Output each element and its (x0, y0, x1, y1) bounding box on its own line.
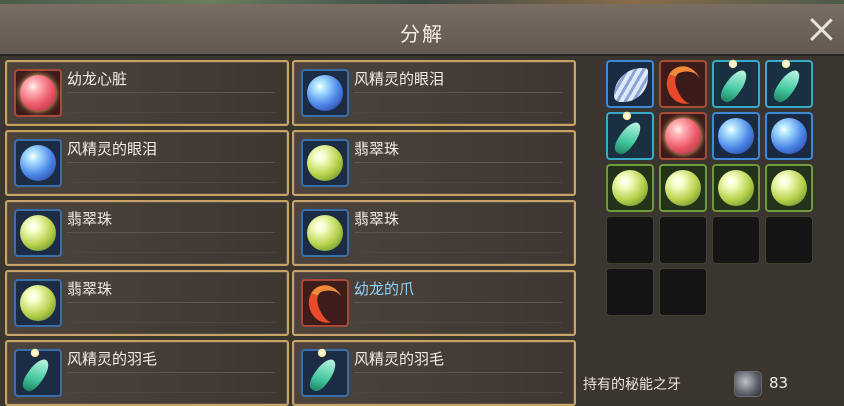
pink-orb-icon (20, 75, 56, 111)
item-slot[interactable] (606, 164, 654, 212)
wing-icon (614, 68, 648, 102)
divider (354, 92, 562, 93)
item-name: 风精灵的眼泪 (354, 70, 445, 88)
item-slot[interactable] (606, 112, 654, 160)
empty-slot[interactable] (606, 216, 654, 264)
green-orb-icon (307, 215, 343, 251)
fang-count: 83 (769, 374, 789, 392)
divider (67, 232, 275, 233)
item-name: 翡翠珠 (67, 210, 113, 228)
teal-feather-icon (19, 355, 53, 395)
green-orb-icon (20, 215, 56, 251)
teal-feather-icon (770, 66, 804, 106)
item-thumbnail (301, 279, 349, 328)
teal-feather-icon (306, 355, 340, 395)
fang-label: 持有的秘能之牙 (583, 377, 681, 393)
divider (354, 112, 562, 113)
divider (354, 302, 562, 303)
empty-slot[interactable] (606, 268, 654, 316)
empty-slot[interactable] (765, 216, 813, 264)
item-thumbnail (301, 349, 349, 397)
divider (67, 252, 275, 253)
item-card[interactable]: 翡翠珠 (292, 200, 576, 266)
teal-feather-icon (717, 66, 751, 106)
divider (354, 252, 562, 253)
divider (354, 372, 562, 373)
item-card[interactable]: 翡翠珠 (292, 130, 576, 196)
blue-orb-icon (20, 145, 56, 181)
blue-orb-icon (771, 118, 807, 154)
blue-orb-icon (718, 118, 754, 154)
divider (67, 322, 275, 323)
item-thumbnail (14, 209, 62, 257)
item-card[interactable]: 幼龙的爪 (292, 270, 576, 336)
green-orb-icon (771, 170, 807, 206)
item-card[interactable]: 风精灵的羽毛 (292, 340, 576, 406)
item-slot[interactable] (712, 164, 760, 212)
item-thumbnail (14, 279, 62, 327)
divider (67, 302, 275, 303)
teal-feather-icon (611, 118, 645, 158)
item-name: 翡翠珠 (354, 140, 400, 158)
item-slot[interactable] (606, 60, 654, 108)
item-slot[interactable] (659, 164, 707, 212)
blue-orb-icon (307, 75, 343, 111)
divider (67, 162, 275, 163)
empty-slot[interactable] (659, 216, 707, 264)
item-slot[interactable] (765, 112, 813, 160)
divider (67, 372, 275, 373)
item-slot[interactable] (659, 60, 707, 109)
divider (354, 392, 562, 393)
green-orb-icon (307, 145, 343, 181)
empty-slot[interactable] (659, 268, 707, 316)
item-thumbnail (14, 69, 62, 117)
item-thumbnail (301, 209, 349, 257)
item-slot[interactable] (712, 112, 760, 160)
fang-icon (734, 371, 762, 397)
item-card[interactable]: 翡翠珠 (5, 270, 289, 336)
close-icon[interactable] (808, 16, 834, 42)
item-slot[interactable] (765, 60, 813, 108)
item-card[interactable]: 风精灵的眼泪 (5, 130, 289, 196)
divider (354, 162, 562, 163)
green-orb-icon (718, 170, 754, 206)
divider (354, 182, 562, 183)
item-card[interactable]: 风精灵的羽毛 (5, 340, 289, 406)
item-slot[interactable] (712, 60, 760, 108)
window-title: 分解 (400, 22, 444, 46)
dragon-claw-icon (661, 61, 707, 109)
item-name: 风精灵的羽毛 (67, 350, 158, 368)
item-card[interactable]: 风精灵的眼泪 (292, 60, 576, 126)
item-slot[interactable] (659, 112, 707, 160)
divider (67, 182, 275, 183)
item-thumbnail (14, 139, 62, 187)
divider (354, 232, 562, 233)
empty-slot[interactable] (712, 216, 760, 264)
divider (67, 112, 275, 113)
item-thumbnail (14, 349, 62, 397)
item-name: 幼龙心脏 (67, 70, 128, 88)
green-orb-icon (665, 170, 701, 206)
item-slot[interactable] (765, 164, 813, 212)
green-orb-icon (20, 285, 56, 321)
item-thumbnail (301, 69, 349, 117)
item-thumbnail (301, 139, 349, 187)
divider (67, 92, 275, 93)
title-bar: 分解 (0, 4, 844, 56)
item-card[interactable]: 翡翠珠 (5, 200, 289, 266)
item-name: 翡翠珠 (67, 280, 113, 298)
divider (67, 392, 275, 393)
green-orb-icon (612, 170, 648, 206)
pink-orb-icon (665, 118, 701, 154)
item-name: 翡翠珠 (354, 210, 400, 228)
item-name: 风精灵的羽毛 (354, 350, 445, 368)
item-card[interactable]: 幼龙心脏 (5, 60, 289, 126)
divider (354, 322, 562, 323)
dragon-claw-icon (303, 280, 349, 328)
decompose-panel: 幼龙心脏 风精灵的眼泪 风精灵的眼泪 翡翠珠 翡翠珠 翡翠珠 翡翠珠 幼龙的爪 风精灵的羽毛 风精… (0, 56, 844, 406)
item-name: 幼龙的爪 (354, 280, 415, 298)
item-name: 风精灵的眼泪 (67, 140, 158, 158)
